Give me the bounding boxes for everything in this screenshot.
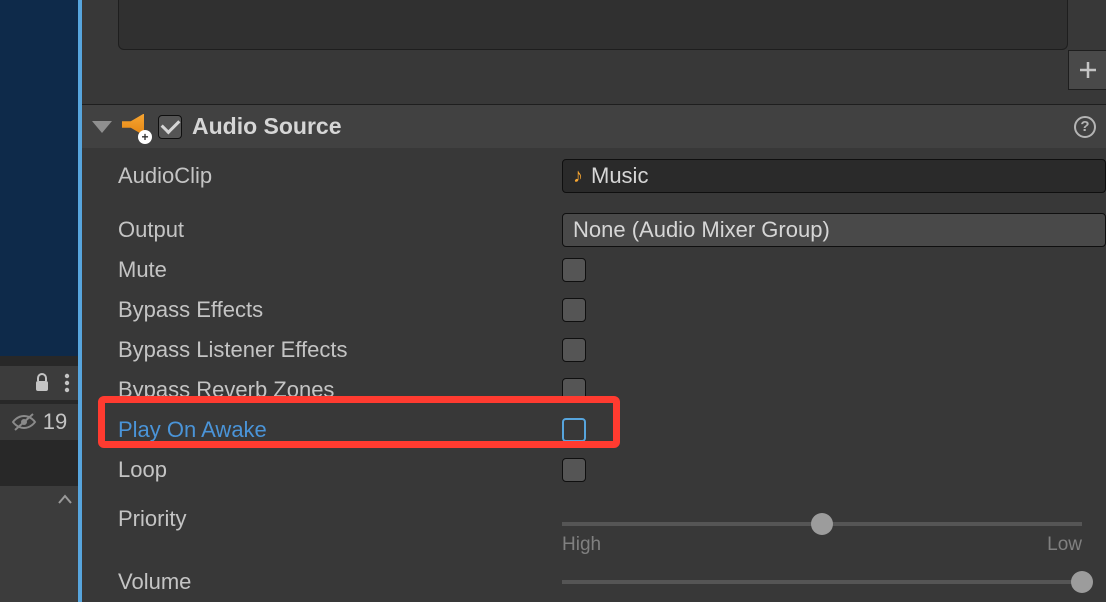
row-bypass-listener: Bypass Listener Effects xyxy=(82,330,1106,370)
visibility-row: 19 xyxy=(0,404,78,440)
row-priority: Priority High Low xyxy=(82,502,1106,562)
output-field[interactable]: None (Audio Mixer Group) xyxy=(562,213,1106,247)
label-bypass-reverb: Bypass Reverb Zones xyxy=(118,377,562,403)
hidden-eye-icon[interactable] xyxy=(11,412,37,432)
row-audioclip: AudioClip ♪ Music xyxy=(82,156,1106,196)
list-container xyxy=(118,0,1068,50)
scroll-up-icon[interactable] xyxy=(56,493,74,505)
label-volume: Volume xyxy=(118,569,562,595)
row-output: Output None (Audio Mixer Group) xyxy=(82,210,1106,250)
bypass-reverb-checkbox[interactable] xyxy=(562,378,586,402)
hidden-count: 19 xyxy=(43,409,67,435)
row-bypass-reverb: Bypass Reverb Zones xyxy=(82,370,1106,410)
audioclip-field[interactable]: ♪ Music xyxy=(562,159,1106,193)
label-play-on-awake: Play On Awake xyxy=(118,417,562,443)
selection-highlight xyxy=(0,0,78,356)
label-bypass-listener: Bypass Listener Effects xyxy=(118,337,562,363)
kebab-menu-icon[interactable] xyxy=(64,373,70,393)
audioclip-value: Music xyxy=(591,163,648,189)
label-audioclip: AudioClip xyxy=(118,163,562,189)
row-mute: Mute xyxy=(82,250,1106,290)
component-title: Audio Source xyxy=(192,113,342,140)
music-note-icon: ♪ xyxy=(573,165,583,188)
inspector-panel: + Audio Source ? AudioClip ♪ Music Outpu… xyxy=(78,0,1106,602)
bypass-effects-checkbox[interactable] xyxy=(562,298,586,322)
label-mute: Mute xyxy=(118,257,562,283)
row-loop: Loop xyxy=(82,450,1106,490)
lock-icon[interactable] xyxy=(34,373,50,393)
bypass-listener-checkbox[interactable] xyxy=(562,338,586,362)
priority-right-label: Low xyxy=(1047,534,1082,556)
label-bypass-effects: Bypass Effects xyxy=(118,297,562,323)
label-priority: Priority xyxy=(118,506,562,532)
component-properties: AudioClip ♪ Music Output None (Audio Mix… xyxy=(82,148,1106,602)
output-value: None (Audio Mixer Group) xyxy=(573,217,830,243)
add-button[interactable] xyxy=(1068,50,1106,90)
volume-slider[interactable] xyxy=(562,564,1106,600)
label-output: Output xyxy=(118,217,562,243)
play-on-awake-checkbox[interactable] xyxy=(562,418,586,442)
hierarchy-panel-stub: 19 xyxy=(0,0,78,602)
row-play-on-awake: Play On Awake xyxy=(82,410,1106,450)
loop-checkbox[interactable] xyxy=(562,458,586,482)
row-volume: Volume xyxy=(82,562,1106,602)
panel-toolbar xyxy=(0,366,78,400)
audio-source-icon: + xyxy=(122,114,148,140)
priority-left-label: High xyxy=(562,534,601,556)
label-loop: Loop xyxy=(118,457,562,483)
component-header[interactable]: + Audio Source ? xyxy=(82,104,1106,148)
help-icon[interactable]: ? xyxy=(1074,116,1096,138)
mute-checkbox[interactable] xyxy=(562,258,586,282)
component-enabled-checkbox[interactable] xyxy=(158,115,182,139)
row-bypass-effects: Bypass Effects xyxy=(82,290,1106,330)
priority-slider[interactable]: High Low xyxy=(562,506,1106,542)
foldout-toggle-icon[interactable] xyxy=(92,121,112,133)
